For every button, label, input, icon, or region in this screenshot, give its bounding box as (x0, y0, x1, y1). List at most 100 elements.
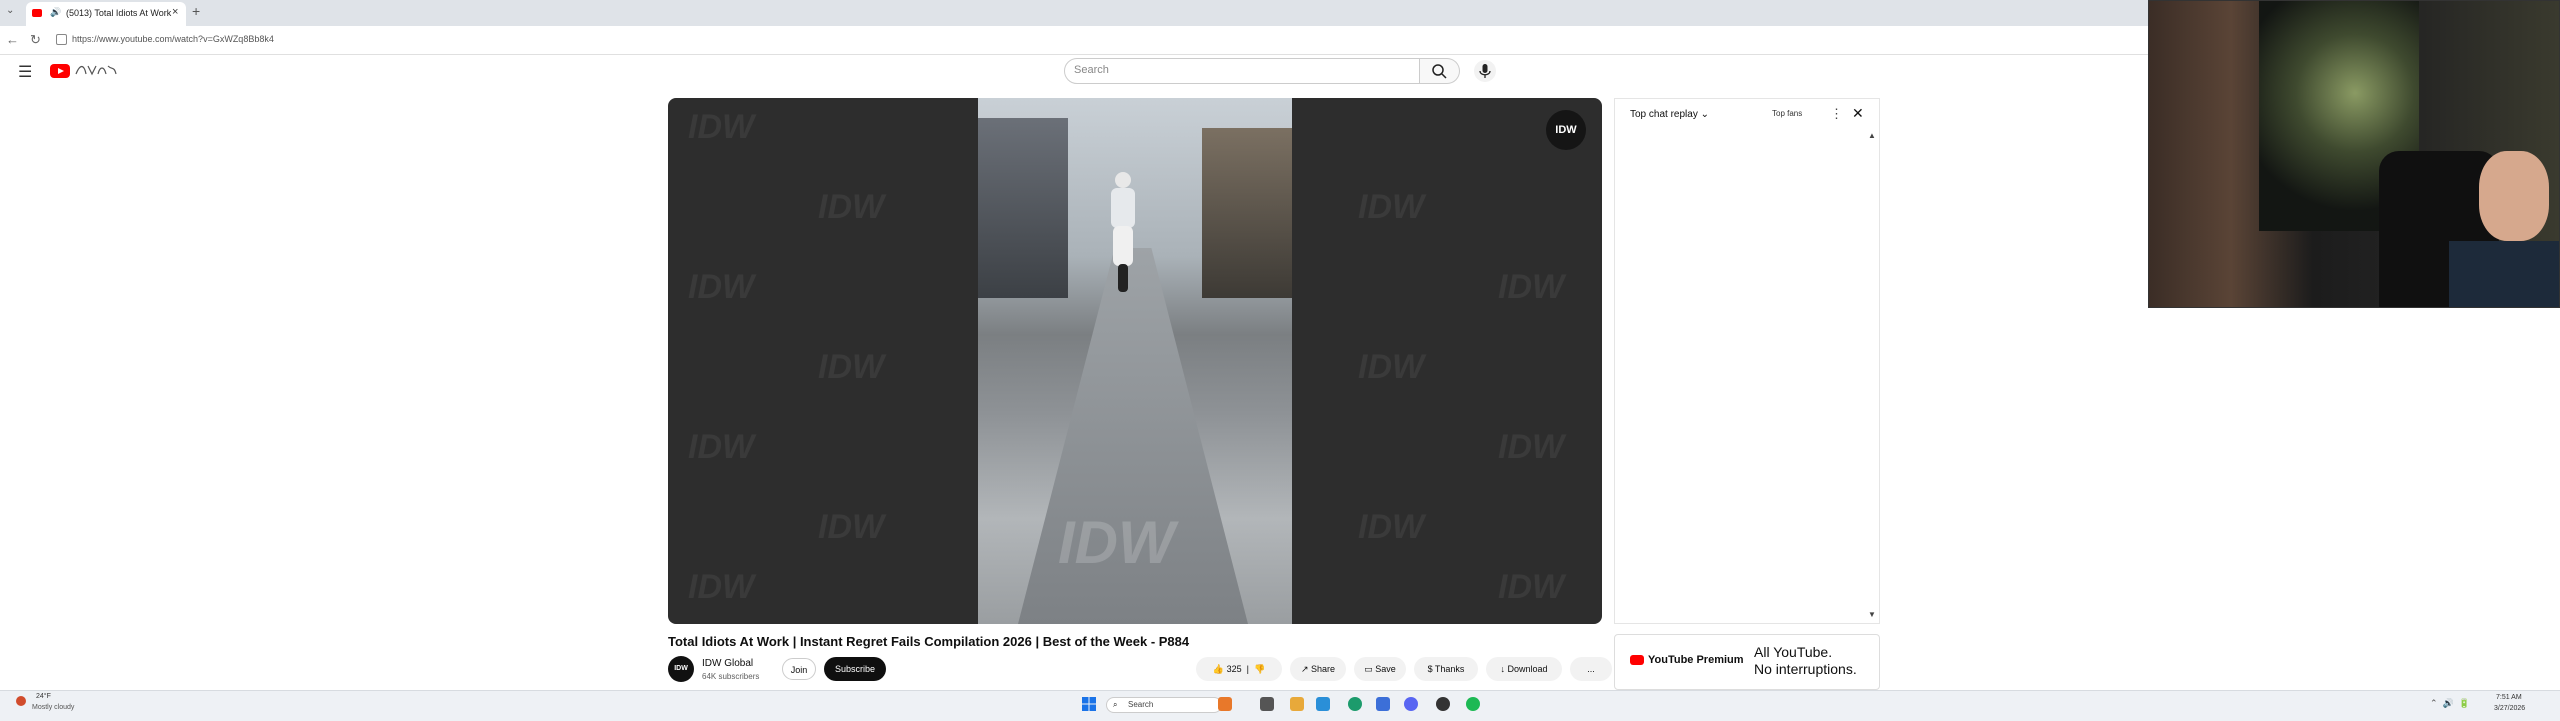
youtube-doodle-logo[interactable] (74, 62, 118, 78)
video-title: Total Idiots At Work | Instant Regret Fa… (668, 634, 1190, 649)
search-button[interactable] (1420, 58, 1460, 84)
video-watermark: IDW (1358, 188, 1425, 226)
taskbar-clock-time[interactable]: 7:51 AM (2496, 694, 2522, 701)
video-watermark: IDW (1498, 568, 1565, 606)
thanks-icon: $ (1427, 664, 1433, 674)
edge-browser-icon[interactable] (1348, 697, 1362, 711)
chat-scroll-up-icon[interactable]: ▲ (1868, 131, 1876, 140)
tab-audio-icon[interactable]: 🔊 (50, 7, 61, 18)
video-building-right (1202, 128, 1292, 298)
chat-mode-dropdown[interactable]: Top chat replay ⌄ (1630, 109, 1709, 120)
webcam-person-shirt (2449, 241, 2559, 307)
url-field[interactable]: https://www.youtube.com/watch?v=GxWZq8Bb… (72, 34, 274, 44)
system-tray-icons[interactable]: ⌃ 🔊 🔋 (2430, 698, 2470, 709)
discord-icon[interactable] (1404, 697, 1418, 711)
video-watermark: IDW (818, 188, 885, 226)
spotify-icon[interactable] (1466, 697, 1480, 711)
premium-logo-text: YouTube Premium (1648, 654, 1744, 666)
taskbar-search-box[interactable] (1106, 697, 1222, 713)
task-view-icon[interactable] (1260, 697, 1274, 711)
channel-avatar[interactable]: IDW (668, 656, 694, 682)
search-icon: ⌕ (1113, 700, 1118, 709)
webcam-overlay (2148, 0, 2560, 308)
like-count: 325 (1226, 664, 1242, 674)
thanks-button[interactable]: $ Thanks (1414, 657, 1478, 681)
video-watermark: IDW (688, 428, 755, 466)
weather-icon[interactable] (16, 696, 26, 706)
taskbar-widget-icon[interactable] (1218, 697, 1232, 711)
weather-temperature[interactable]: 24°F (36, 693, 51, 700)
taskbar-search-label: Search (1128, 700, 1154, 709)
thumbs-up-icon: 👍 (1212, 664, 1225, 674)
tab-search-chevron-icon[interactable]: ⌄ (6, 5, 14, 16)
chat-scroll-down-icon[interactable]: ▼ (1868, 610, 1876, 619)
tab-title: (5013) Total Idiots At Work | I (66, 8, 172, 18)
chat-replay-panel (1614, 98, 1880, 624)
join-button[interactable]: Join (782, 658, 816, 680)
premium-tagline-1: All YouTube. (1754, 644, 1833, 660)
thumbs-down-icon: 👎 (1253, 664, 1266, 674)
video-watermark: IDW (1498, 428, 1565, 466)
webcam-person-face (2479, 151, 2549, 241)
chat-close-icon[interactable]: ✕ (1852, 105, 1864, 122)
save-button[interactable]: ▭ Save (1354, 657, 1406, 681)
bookmark-icon: ▭ (1364, 664, 1373, 674)
chevron-down-icon: ⌄ (1700, 109, 1709, 120)
video-watermark: IDW (818, 508, 885, 546)
search-placeholder: Search (1074, 64, 1109, 76)
download-button[interactable]: ↓ Download (1486, 657, 1562, 681)
like-button[interactable]: 👍 325 (1213, 664, 1242, 674)
video-watermark: IDW (688, 108, 755, 146)
youtube-premium-logo-icon (1630, 655, 1644, 665)
subscriber-count: 64K subscribers (702, 672, 760, 681)
file-explorer-icon[interactable] (1290, 697, 1304, 711)
copilot-icon[interactable] (1316, 697, 1330, 711)
dislike-button[interactable]: 👎 (1254, 664, 1265, 674)
premium-tagline-2: No interruptions. (1754, 661, 1857, 677)
obs-icon[interactable] (1436, 697, 1450, 711)
download-icon: ↓ (1500, 664, 1505, 674)
store-icon[interactable] (1376, 697, 1390, 711)
share-label: Share (1311, 664, 1336, 674)
video-player[interactable]: IDW IDW IDW IDW IDW IDW IDW IDW IDW IDW … (668, 98, 1602, 624)
video-watermark: IDW (1498, 268, 1565, 306)
taskbar-clock-date[interactable]: 3/27/2026 (2494, 705, 2525, 712)
new-tab-icon[interactable]: + (192, 3, 200, 19)
back-arrow-icon[interactable]: ← (6, 32, 19, 47)
weather-description[interactable]: Mostly cloudy (32, 704, 74, 711)
microphone-icon (1479, 64, 1491, 78)
like-dislike-group: 👍 325 | 👎 (1196, 657, 1282, 681)
top-fans-badge[interactable]: Top fans (1772, 109, 1802, 118)
youtube-logo-icon[interactable] (50, 64, 70, 78)
site-info-icon[interactable] (56, 34, 67, 45)
video-watermark: IDW (688, 568, 755, 606)
tab-close-icon[interactable]: × (172, 6, 178, 18)
share-button[interactable]: ↗ Share (1290, 657, 1346, 681)
video-building-left (978, 118, 1068, 298)
voice-search-button[interactable] (1474, 60, 1496, 82)
windows-start-icon[interactable] (1082, 697, 1096, 711)
chat-more-icon[interactable]: ⋮ (1830, 106, 1843, 122)
video-watermark: IDW (688, 268, 755, 306)
search-icon (1432, 64, 1447, 79)
channel-watermark-logo[interactable]: IDW (1546, 110, 1586, 150)
browser-tab[interactable]: 🔊 (5013) Total Idiots At Work | I × (26, 2, 186, 26)
hamburger-menu-icon[interactable]: ☰ (18, 62, 32, 82)
share-icon: ↗ (1300, 664, 1309, 674)
video-watermark: IDW (818, 348, 885, 386)
more-actions-button[interactable]: ... (1570, 657, 1612, 681)
browser-tab-bar (0, 0, 2148, 26)
video-watermark: IDW (1358, 508, 1425, 546)
chat-mode-label: Top chat replay (1630, 109, 1698, 120)
video-frame: IDW (978, 98, 1292, 624)
windows-taskbar (0, 690, 2560, 721)
youtube-favicon-icon (32, 9, 42, 17)
search-input[interactable] (1064, 58, 1420, 84)
video-scooter-rider (1111, 172, 1135, 292)
thanks-label: Thanks (1434, 664, 1465, 674)
subscribe-button[interactable]: Subscribe (824, 657, 886, 681)
download-label: Download (1507, 664, 1548, 674)
channel-name[interactable]: IDW Global (702, 658, 753, 669)
reload-icon[interactable]: ↻ (30, 32, 41, 48)
save-label: Save (1375, 664, 1396, 674)
